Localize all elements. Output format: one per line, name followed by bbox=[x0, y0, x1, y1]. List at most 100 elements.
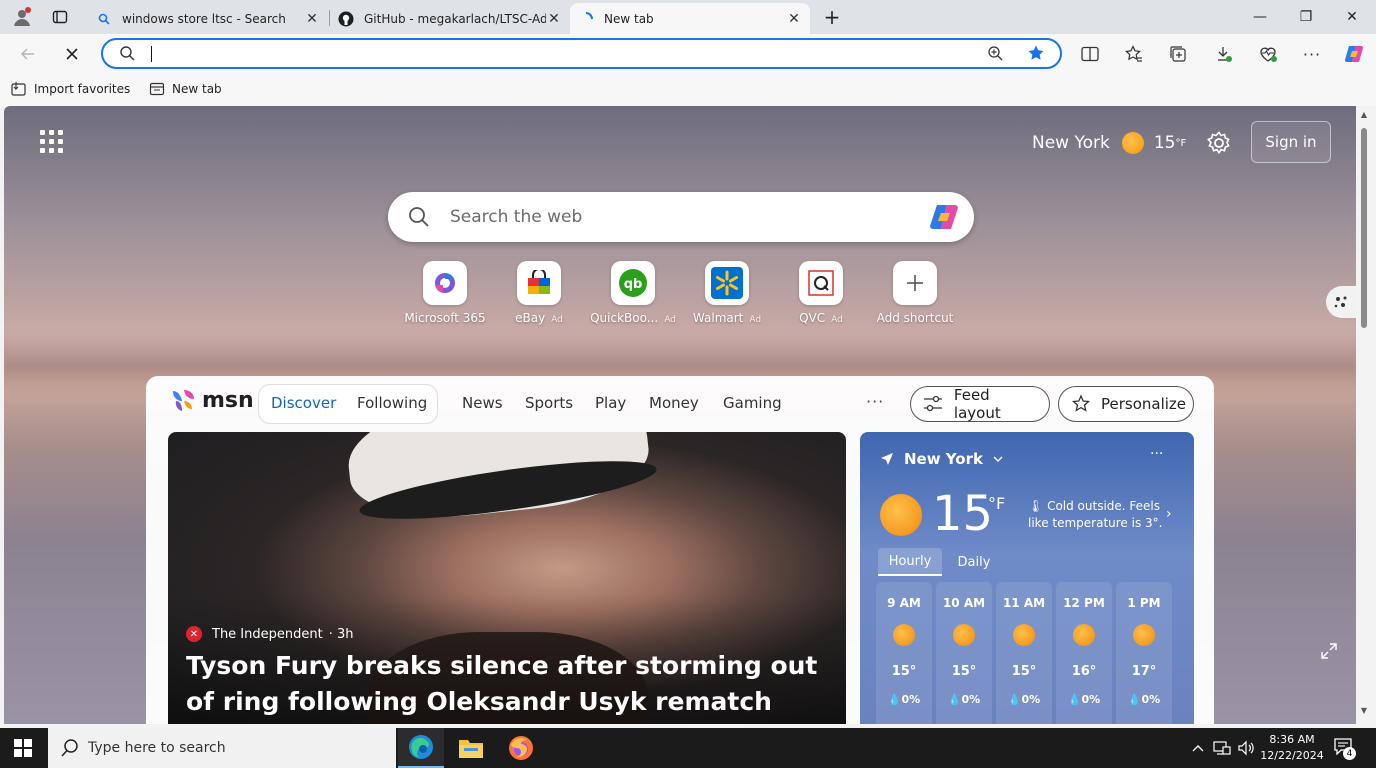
location-arrow-icon bbox=[881, 453, 893, 465]
hour-forecast[interactable]: 9 AM 15° 💧0% bbox=[876, 582, 932, 724]
taskbar-clock[interactable]: 8:36 AM 12/22/2024 bbox=[1258, 732, 1326, 764]
volume-icon[interactable] bbox=[1236, 738, 1256, 758]
windows-logo-icon bbox=[14, 739, 32, 757]
hour-forecast[interactable]: 12 PM 16° 💧0% bbox=[1056, 582, 1112, 724]
tab-sports[interactable]: Sports bbox=[525, 394, 573, 412]
favorites-icon[interactable] bbox=[1120, 40, 1148, 68]
copilot-icon[interactable] bbox=[928, 202, 960, 232]
scroll-down-icon[interactable]: ▼ bbox=[1359, 706, 1369, 715]
taskbar-edge[interactable] bbox=[398, 728, 444, 768]
hour-time: 9 AM bbox=[887, 596, 921, 610]
sunny-icon bbox=[1133, 624, 1155, 646]
weather-location[interactable]: New York bbox=[880, 450, 1003, 468]
search-input[interactable]: Search the web bbox=[450, 207, 582, 227]
collections-icon[interactable] bbox=[1164, 40, 1192, 68]
close-tab-icon[interactable]: ✕ bbox=[786, 11, 802, 27]
back-icon[interactable] bbox=[14, 40, 42, 68]
profile-icon[interactable] bbox=[10, 6, 34, 28]
hour-precip: 0% bbox=[1081, 693, 1101, 706]
notification-center-icon[interactable]: 4 bbox=[1333, 737, 1356, 760]
downloads-icon[interactable] bbox=[1210, 40, 1238, 68]
tab-daily[interactable]: Daily bbox=[942, 548, 1006, 576]
msn-logo[interactable]: msn bbox=[170, 386, 254, 414]
address-bar[interactable] bbox=[101, 38, 1062, 69]
newtab-icon bbox=[148, 80, 166, 98]
network-icon[interactable] bbox=[1212, 738, 1232, 758]
tab-hourly[interactable]: Hourly bbox=[878, 548, 942, 576]
hour-forecast[interactable]: 1 PM 17° 💧0% bbox=[1116, 582, 1172, 724]
shortcut-walmart[interactable]: Walmart Ad bbox=[682, 261, 772, 325]
tab-news[interactable]: News bbox=[462, 394, 503, 412]
web-search-box[interactable]: Search the web bbox=[388, 192, 974, 242]
import-favorites-link[interactable]: Import favorites bbox=[10, 80, 130, 98]
close-window-button[interactable]: ✕ bbox=[1329, 0, 1375, 34]
weather-summary[interactable]: New York 15 °F bbox=[1032, 128, 1186, 158]
close-tab-icon[interactable]: ✕ bbox=[304, 11, 320, 27]
scroll-up-icon[interactable]: ▲ bbox=[1359, 110, 1369, 119]
feed-layout-button[interactable]: Feed layout bbox=[910, 386, 1050, 422]
shortcut-microsoft-365[interactable]: Microsoft 365 bbox=[400, 261, 490, 325]
edge-icon bbox=[409, 735, 433, 759]
minimize-button[interactable]: — bbox=[1237, 0, 1283, 34]
page-scrollbar[interactable]: ▲ ▼ bbox=[1356, 106, 1372, 724]
article-headline[interactable]: Tyson Fury breaks silence after storming… bbox=[186, 648, 836, 724]
taskbar-search[interactable]: Type here to search bbox=[48, 728, 396, 768]
start-button[interactable] bbox=[0, 728, 46, 768]
msn-butterfly-icon bbox=[173, 390, 194, 411]
shortcut-ebay[interactable]: eBay Ad bbox=[494, 261, 584, 325]
close-tab-icon[interactable]: ✕ bbox=[546, 11, 562, 27]
raindrop-icon: 💧 bbox=[1067, 693, 1082, 706]
personalize-button[interactable]: Personalize bbox=[1058, 386, 1194, 422]
tab-play[interactable]: Play bbox=[595, 394, 626, 412]
browser-essentials-icon[interactable] bbox=[1254, 40, 1282, 68]
search-icon bbox=[96, 11, 112, 27]
show-hidden-icons[interactable] bbox=[1188, 738, 1208, 758]
taskbar-search-input[interactable]: Type here to search bbox=[88, 740, 226, 756]
background-refresh-icon[interactable] bbox=[1326, 286, 1356, 318]
shortcut-quickbooks[interactable]: qb QuickBoo... Ad bbox=[588, 261, 678, 325]
split-screen-icon[interactable] bbox=[1076, 40, 1104, 68]
tab-money[interactable]: Money bbox=[649, 394, 699, 412]
new-tab-favorite[interactable]: New tab bbox=[148, 80, 222, 98]
taskbar-firefox[interactable] bbox=[498, 728, 544, 768]
more-tabs-icon[interactable]: ··· bbox=[866, 392, 884, 411]
scrollbar-thumb[interactable] bbox=[1361, 128, 1367, 328]
weather-tabs: Hourly Daily bbox=[878, 548, 1006, 576]
new-tab-page: New York 15 °F Sign in Search the web Mic… bbox=[4, 106, 1356, 724]
search-icon bbox=[408, 206, 430, 228]
sign-in-button[interactable]: Sign in bbox=[1251, 121, 1331, 163]
tab-search[interactable]: windows store ltsc - Search ✕ bbox=[88, 3, 328, 34]
weather-card[interactable]: New York ··· 15 °F 🌡 Cold outside. Feels… bbox=[860, 432, 1194, 724]
tab-gaming[interactable]: Gaming bbox=[723, 394, 782, 412]
hour-forecast[interactable]: 10 AM 15° 💧0% bbox=[936, 582, 992, 724]
hero-article[interactable]: ✕ The Independent · 3h Tyson Fury breaks… bbox=[168, 432, 846, 724]
zoom-icon[interactable] bbox=[987, 45, 1003, 64]
hour-time: 10 AM bbox=[942, 596, 986, 610]
copilot-icon[interactable] bbox=[1340, 40, 1368, 68]
restore-button[interactable]: ❐ bbox=[1283, 0, 1329, 34]
tab-new-tab[interactable]: New tab ✕ bbox=[570, 3, 810, 34]
raindrop-icon: 💧 bbox=[947, 693, 962, 706]
independent-logo-icon: ✕ bbox=[186, 626, 202, 642]
ad-badge: Ad bbox=[664, 315, 676, 325]
tab-github[interactable]: GitHub - megakarlach/LTSC-Add- ✕ bbox=[330, 3, 570, 34]
ad-badge: Ad bbox=[551, 315, 563, 325]
page-settings-icon[interactable] bbox=[1206, 130, 1232, 156]
hour-forecast[interactable]: 11 AM 15° 💧0% bbox=[996, 582, 1052, 724]
more-options-icon[interactable]: ··· bbox=[1298, 40, 1326, 68]
new-tab-button[interactable]: + bbox=[820, 5, 844, 29]
address-input[interactable] bbox=[151, 46, 152, 62]
stop-loading-icon[interactable] bbox=[58, 40, 86, 68]
tab-following[interactable]: Following bbox=[357, 394, 427, 412]
shortcut-qvc[interactable]: QVC Ad bbox=[776, 261, 866, 325]
add-shortcut-button[interactable]: Add shortcut bbox=[870, 261, 960, 325]
weather-more-icon[interactable]: ··· bbox=[1150, 446, 1163, 462]
tab-discover[interactable]: Discover bbox=[271, 394, 336, 412]
chevron-right-icon[interactable]: › bbox=[1166, 506, 1172, 522]
apps-launcher-icon[interactable] bbox=[40, 130, 64, 154]
sunny-icon bbox=[1073, 624, 1095, 646]
expand-icon[interactable] bbox=[1320, 642, 1338, 660]
taskbar-file-explorer[interactable] bbox=[448, 728, 494, 768]
favorite-star-icon[interactable] bbox=[1027, 44, 1045, 65]
tab-actions-icon[interactable] bbox=[48, 6, 72, 28]
